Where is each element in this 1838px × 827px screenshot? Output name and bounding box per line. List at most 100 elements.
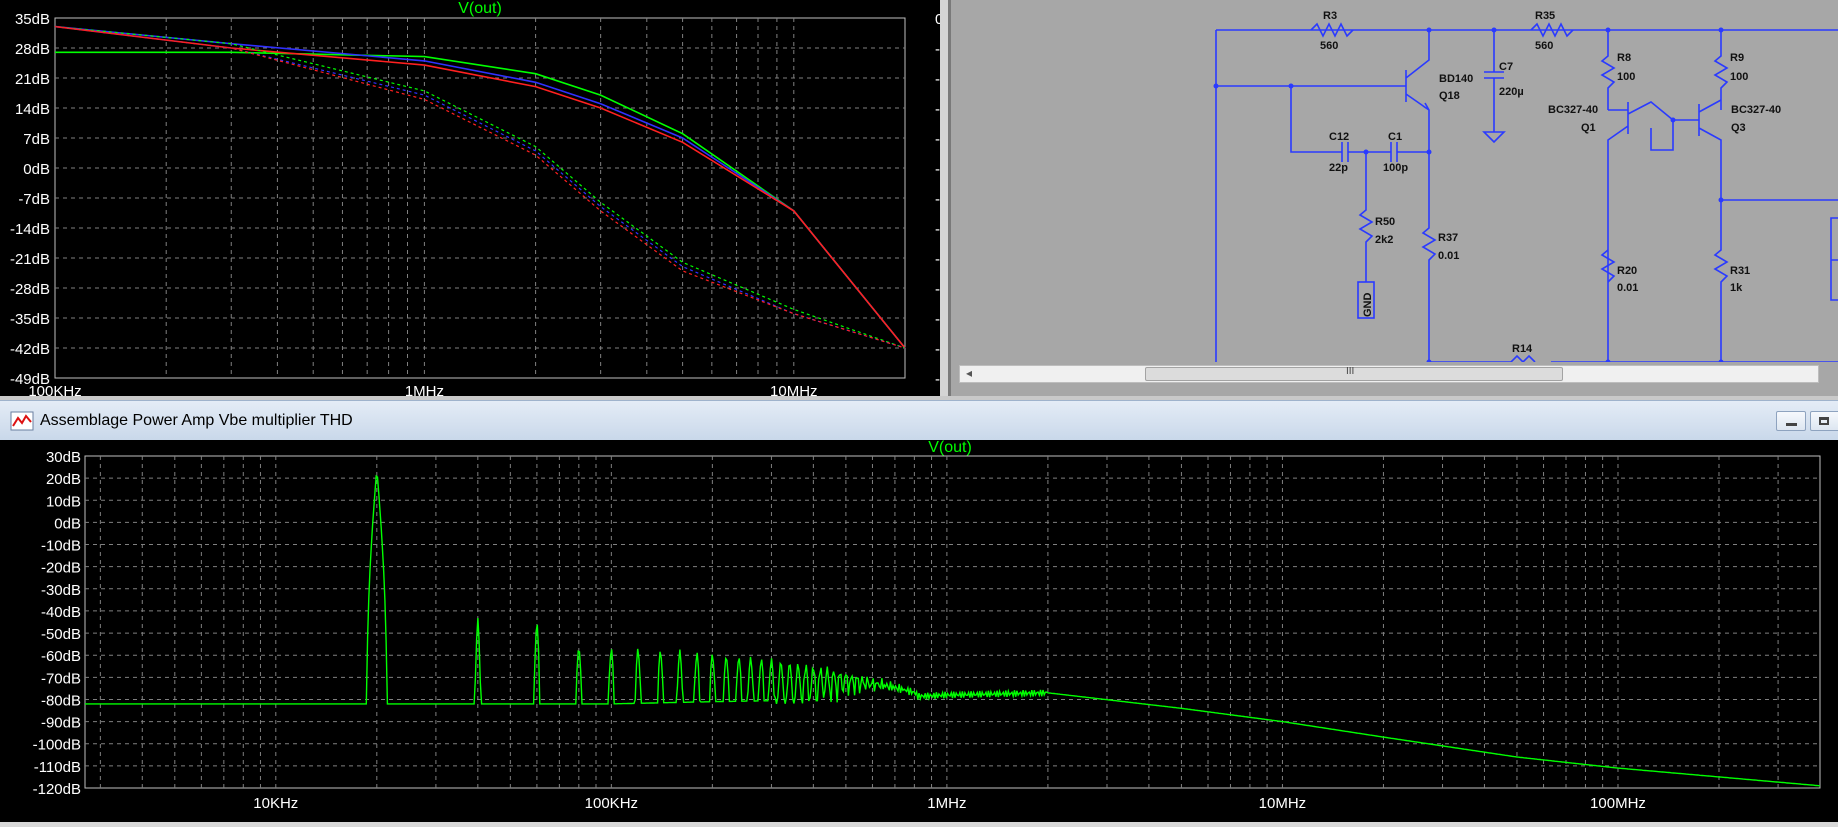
component-partial-right	[1830, 217, 1838, 301]
thd-y-tick-label: -80dB	[41, 692, 81, 709]
thd-y-tick-label: -40dB	[41, 604, 81, 621]
label-bc327-q1: BC327-40	[1548, 104, 1598, 116]
label-bc327-q3: BC327-40	[1731, 104, 1781, 116]
thd-plot-area	[84, 455, 1821, 789]
schematic-horizontal-scrollbar[interactable]: ◂ III	[959, 365, 1819, 383]
bode-y-tick-label: 0dB	[23, 161, 50, 178]
minimize-button[interactable]	[1776, 411, 1806, 431]
transistor-q1[interactable]	[1607, 101, 1674, 362]
thd-y-tick-label: 30dB	[46, 449, 81, 466]
label-r3: R3	[1323, 10, 1337, 22]
value-c7: 220µ	[1499, 86, 1524, 98]
thd-plot-background: 30dB 20dB 10dB 0dB -10dB -20dB -30dB -40dB -50dB…	[0, 439, 1838, 822]
thd-y-tick-label: 0dB	[54, 515, 81, 532]
vertical-splitter[interactable]	[940, 0, 948, 400]
thd-plot: 30dB 20dB 10dB 0dB -10dB -20dB -30dB -40dB -50dB…	[33, 439, 1821, 812]
schematic-pane[interactable]: R3 560 R35 560 BD140 Q18 C7 220µ R8 100 …	[948, 0, 1838, 400]
thd-window-title: Assemblage Power Amp Vbe multiplier THD	[40, 412, 353, 429]
value-r50: 2k2	[1375, 234, 1393, 246]
resistor-r50[interactable]	[1358, 152, 1374, 282]
thd-y-tick-label: -100dB	[33, 737, 81, 754]
thd-x-tick-label: 10MHz	[1259, 795, 1307, 812]
junction-dot	[1718, 27, 1724, 33]
thd-x-tick-label: 10KHz	[253, 795, 298, 812]
label-r9: R9	[1730, 52, 1744, 64]
thd-x-tick-label: 100KHz	[585, 795, 638, 812]
resistor-r37[interactable]	[1421, 152, 1437, 362]
label-q3: Q3	[1731, 122, 1746, 134]
junction-dot	[1288, 83, 1294, 89]
thd-x-tick-label: 100MHz	[1590, 795, 1646, 812]
resistor-r9[interactable]	[1713, 30, 1729, 110]
thd-y-tick-label: -120dB	[33, 781, 81, 798]
bode-y-tick-label: 35dB	[15, 11, 50, 28]
capacitor-c12[interactable]	[1326, 142, 1366, 162]
label-r20: R20	[1617, 265, 1637, 277]
junction-dot	[1605, 27, 1611, 33]
junction-dot	[1426, 27, 1432, 33]
schematic-canvas[interactable]: R3 560 R35 560 BD140 Q18 C7 220µ R8 100 …	[951, 0, 1838, 362]
thd-plot-window: Assemblage Power Amp Vbe multiplier THD …	[0, 400, 1838, 822]
waveform-app-icon	[10, 411, 34, 431]
resistor-r31[interactable]	[1713, 200, 1729, 362]
thd-y-tick-label: 20dB	[46, 471, 81, 488]
label-r50: R50	[1375, 216, 1395, 228]
label-bd140: BD140	[1439, 73, 1473, 85]
bode-y-tick-label: -7dB	[18, 191, 50, 208]
maximize-icon	[1819, 417, 1829, 425]
label-r14: R14	[1512, 343, 1533, 355]
bode-y-tick-label: 7dB	[23, 131, 50, 148]
value-r31: 1k	[1730, 282, 1743, 294]
thd-y-tick-label: -20dB	[41, 560, 81, 577]
thd-y-tick-label: -90dB	[41, 715, 81, 732]
capacitor-c1[interactable]	[1366, 142, 1429, 162]
value-r20: 0.01	[1617, 282, 1638, 294]
label-c12: C12	[1329, 131, 1349, 143]
thd-y-tick-label: -30dB	[41, 582, 81, 599]
resistor-r8[interactable]	[1600, 30, 1616, 110]
bode-plot: 35dB0°28dB-30°21dB-60°14dB-90°7dB-120°0d…	[10, 0, 971, 400]
minimize-icon	[1786, 423, 1797, 426]
bode-y-tick-label: -14dB	[10, 221, 50, 238]
scrollbar-thumb[interactable]: III	[1145, 366, 1563, 381]
thd-y-tick-label: -110dB	[34, 759, 81, 776]
bode-y-tick-label: 28dB	[15, 41, 50, 58]
label-r8: R8	[1617, 52, 1631, 64]
label-r37: R37	[1438, 232, 1458, 244]
value-r8: 100	[1617, 71, 1635, 83]
thd-trace-label[interactable]: V(out)	[928, 439, 972, 456]
label-c7: C7	[1499, 61, 1513, 73]
label-q18: Q18	[1439, 90, 1460, 102]
label-r31: R31	[1730, 265, 1750, 277]
junction-dot	[1670, 117, 1676, 123]
junction-dot	[1718, 197, 1724, 203]
thd-x-tick-label: 1MHz	[927, 795, 966, 812]
value-r3: 560	[1320, 40, 1338, 52]
junction-dot	[1491, 27, 1497, 33]
thd-y-tick-label: -50dB	[41, 626, 81, 643]
bode-y-tick-label: -21dB	[10, 251, 50, 268]
resistor-r14[interactable]	[1510, 354, 1536, 362]
bode-plot-pane: 35dB0°28dB-30°21dB-60°14dB-90°7dB-120°0d…	[0, 0, 971, 400]
maximize-button[interactable]	[1810, 411, 1838, 431]
value-c1: 100p	[1383, 162, 1408, 174]
label-r35: R35	[1535, 10, 1555, 22]
junction-dot	[1213, 83, 1219, 89]
label-c1: C1	[1388, 131, 1402, 143]
scrollbar-grip: III	[1346, 366, 1355, 377]
value-r35: 560	[1535, 40, 1553, 52]
value-r37: 0.01	[1438, 250, 1459, 262]
thd-y-tick-label: -70dB	[41, 670, 81, 687]
label-gnd: GND	[1362, 293, 1374, 318]
thd-y-tick-label: 10dB	[46, 493, 81, 510]
junction-dot	[1718, 359, 1724, 362]
scroll-left-arrow-icon[interactable]: ◂	[966, 366, 972, 380]
label-q1: Q1	[1581, 122, 1596, 134]
value-r9: 100	[1730, 71, 1748, 83]
bode-y-tick-label: -28dB	[10, 281, 50, 298]
thd-window-titlebar[interactable]: Assemblage Power Amp Vbe multiplier THD	[0, 400, 1838, 440]
transistor-q18[interactable]	[1291, 30, 1430, 152]
bode-y-tick-label: 21dB	[15, 71, 50, 88]
junction-dot	[1426, 359, 1432, 362]
bode-trace-label[interactable]: V(out)	[458, 0, 502, 17]
